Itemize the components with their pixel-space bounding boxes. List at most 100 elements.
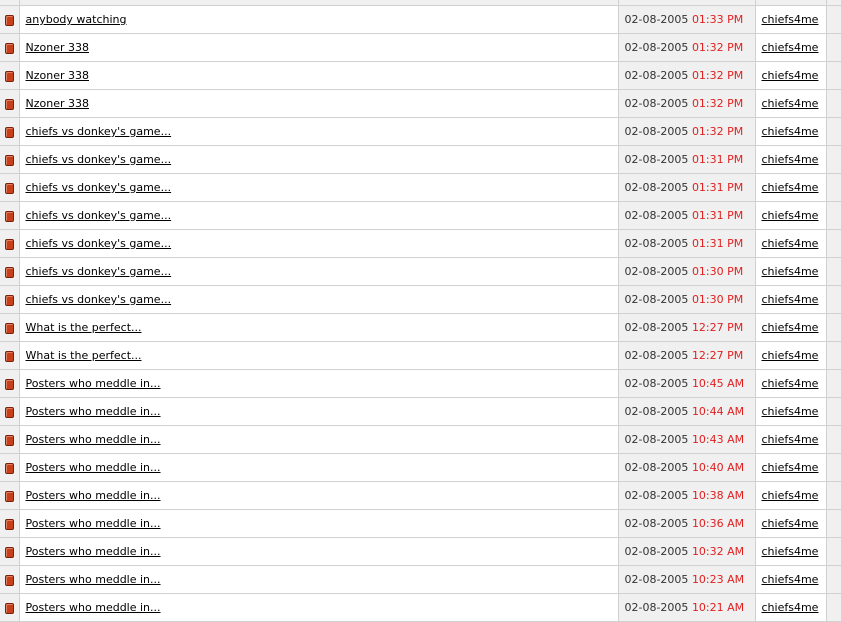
post-time: 10:43 AM [691,433,745,446]
post-date-cell: 02-08-2005 01:31 PM [618,173,756,202]
post-title-link[interactable]: Posters who meddle in... [26,545,161,558]
post-date: 02-08-2005 [624,125,689,138]
post-user-link[interactable]: chiefs4me [762,209,819,222]
post-bullet-icon [4,266,14,278]
post-user-link[interactable]: chiefs4me [762,153,819,166]
post-date: 02-08-2005 [624,321,689,334]
post-title-cell: Posters who meddle in... [19,453,619,482]
table-row: Posters who meddle in... 02-08-2005 10:4… [0,425,841,454]
post-title-link[interactable]: Posters who meddle in... [26,433,161,446]
post-title-link[interactable]: Posters who meddle in... [26,489,161,502]
post-user-link[interactable]: chiefs4me [762,573,819,586]
post-time: 10:36 AM [691,517,745,530]
post-date: 02-08-2005 [624,349,689,362]
post-title-link[interactable]: chiefs vs donkey's game... [26,209,172,222]
post-user-link[interactable]: chiefs4me [762,321,819,334]
row-icon-cell [0,5,20,34]
post-bullet-icon [4,406,14,418]
post-bullet-icon [4,434,14,446]
post-user-link[interactable]: chiefs4me [762,377,819,390]
post-user-link[interactable]: chiefs4me [762,13,819,26]
post-user-cell: chiefs4me [755,201,827,230]
post-date-cell: 02-08-2005 01:30 PM [618,285,756,314]
table-row: Posters who meddle in... 02-08-2005 10:3… [0,481,841,510]
post-user-cell: chiefs4me [755,173,827,202]
post-user-link[interactable]: chiefs4me [762,69,819,82]
post-user-link[interactable]: chiefs4me [762,489,819,502]
post-user-link[interactable]: chiefs4me [762,237,819,250]
post-date: 02-08-2005 [624,489,689,502]
post-user-cell: chiefs4me [755,229,827,258]
table-row: chiefs vs donkey's game... 02-08-2005 01… [0,229,841,258]
post-title-link[interactable]: What is the perfect... [26,349,142,362]
post-title-link[interactable]: Posters who meddle in... [26,517,161,530]
post-bullet-icon [4,14,14,26]
table-row: Posters who meddle in... 02-08-2005 10:3… [0,537,841,566]
post-user-link[interactable]: chiefs4me [762,125,819,138]
post-user-link[interactable]: chiefs4me [762,265,819,278]
post-title-link[interactable]: chiefs vs donkey's game... [26,293,172,306]
post-title-link[interactable]: Posters who meddle in... [26,601,161,614]
row-extra-cell [826,229,841,258]
post-date: 02-08-2005 [624,433,689,446]
post-title-link[interactable]: chiefs vs donkey's game... [26,237,172,250]
post-time: 01:32 PM [691,69,744,82]
post-user-cell: chiefs4me [755,145,827,174]
row-icon-cell [0,229,20,258]
post-user-link[interactable]: chiefs4me [762,97,819,110]
post-title-cell: Nzoner 338 [19,61,619,90]
post-title-link[interactable]: Posters who meddle in... [26,461,161,474]
post-title-cell: Posters who meddle in... [19,537,619,566]
row-extra-cell [826,145,841,174]
row-icon-cell [0,481,20,510]
post-bullet-icon [4,182,14,194]
post-title-link[interactable]: Posters who meddle in... [26,377,161,390]
post-bullet-icon [4,126,14,138]
row-extra-cell [826,481,841,510]
post-title-link[interactable]: Nzoner 338 [26,41,90,54]
post-user-link[interactable]: chiefs4me [762,181,819,194]
post-title-cell: Posters who meddle in... [19,425,619,454]
post-time: 12:27 PM [691,321,744,334]
post-title-link[interactable]: chiefs vs donkey's game... [26,153,172,166]
post-user-link[interactable]: chiefs4me [762,461,819,474]
row-icon-cell [0,257,20,286]
post-user-cell: chiefs4me [755,61,827,90]
post-user-link[interactable]: chiefs4me [762,405,819,418]
post-title-link[interactable]: Posters who meddle in... [26,573,161,586]
post-user-cell: chiefs4me [755,341,827,370]
post-user-link[interactable]: chiefs4me [762,349,819,362]
row-icon-cell [0,453,20,482]
post-title-link[interactable]: chiefs vs donkey's game... [26,125,172,138]
post-title-cell: What is the perfect... [19,313,619,342]
post-title-cell: Posters who meddle in... [19,481,619,510]
post-user-cell: chiefs4me [755,33,827,62]
post-user-cell: chiefs4me [755,117,827,146]
post-title-link[interactable]: What is the perfect... [26,321,142,334]
post-user-link[interactable]: chiefs4me [762,433,819,446]
table-row: anybody watching 02-08-2005 01:33 PM chi… [0,5,841,34]
post-user-link[interactable]: chiefs4me [762,517,819,530]
post-title-link[interactable]: chiefs vs donkey's game... [26,181,172,194]
post-time: 01:30 PM [691,265,744,278]
post-user-link[interactable]: chiefs4me [762,293,819,306]
post-user-link[interactable]: chiefs4me [762,41,819,54]
post-date-cell: 02-08-2005 10:38 AM [618,481,756,510]
post-date: 02-08-2005 [624,41,689,54]
post-user-link[interactable]: chiefs4me [762,545,819,558]
post-user-link[interactable]: chiefs4me [762,601,819,614]
post-title-link[interactable]: Nzoner 338 [26,97,90,110]
row-extra-cell [826,201,841,230]
post-time: 01:33 PM [691,13,744,26]
post-date-cell: 02-08-2005 10:44 AM [618,397,756,426]
row-extra-cell [826,285,841,314]
post-date: 02-08-2005 [624,405,689,418]
row-icon-cell [0,33,20,62]
post-date: 02-08-2005 [624,601,689,614]
table-row: chiefs vs donkey's game... 02-08-2005 01… [0,285,841,314]
post-time: 01:31 PM [691,153,744,166]
post-title-link[interactable]: anybody watching [26,13,127,26]
post-title-link[interactable]: Nzoner 338 [26,69,90,82]
post-title-link[interactable]: Posters who meddle in... [26,405,161,418]
post-title-link[interactable]: chiefs vs donkey's game... [26,265,172,278]
